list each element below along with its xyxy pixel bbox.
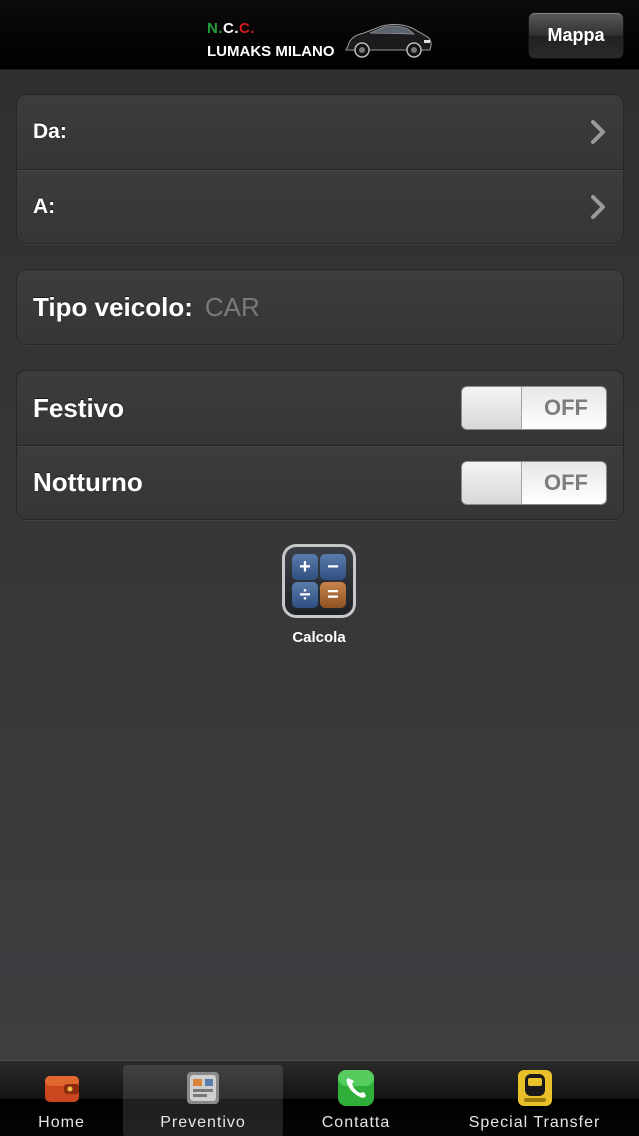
tab-home-label: Home — [38, 1114, 85, 1131]
calculator-icon: + − ÷ = — [285, 547, 353, 615]
chevron-right-icon — [591, 120, 605, 144]
calc-key-plus: + — [292, 554, 318, 580]
tab-contatta-label: Contatta — [321, 1114, 391, 1131]
notturno-label: Notturno — [33, 467, 143, 497]
toggle-state-text: OFF — [544, 395, 588, 420]
vehicle-type-label: Tipo veicolo: — [33, 291, 193, 322]
notturno-toggle[interactable]: OFF — [461, 460, 607, 505]
calculate-label[interactable]: Calcola — [259, 629, 379, 646]
to-cell[interactable]: A: — [17, 169, 623, 243]
toggle-knob[interactable] — [462, 387, 522, 429]
festivo-cell: Festivo OFF — [17, 371, 623, 445]
wallet-icon — [44, 1076, 79, 1102]
tab-contatta[interactable]: Contatta — [285, 1065, 427, 1136]
toggle-knob[interactable] — [462, 461, 522, 504]
from-cell[interactable]: Da: — [17, 95, 623, 169]
tab-preventivo[interactable]: Preventivo — [123, 1065, 283, 1136]
vehicle-type-cell[interactable]: Tipo veicolo: CAR — [17, 270, 623, 344]
calc-key-equals: = — [320, 582, 346, 608]
tab-special-transfer-label: Special Transfer — [468, 1114, 601, 1131]
brand-logo: N.C.C. LUMAKS MILANO — [207, 16, 437, 64]
phone-icon — [338, 1070, 374, 1106]
calculate-button[interactable]: + − ÷ = — [282, 544, 356, 618]
notturno-cell: Notturno OFF — [17, 445, 623, 519]
tab-home[interactable]: Home — [0, 1065, 123, 1136]
tab-bar: Home Preventivo Contatta Special Transfe… — [0, 1060, 639, 1136]
logo-ncc-text: N.C.C. — [207, 20, 255, 37]
quote-icon — [187, 1072, 219, 1104]
route-group: Da: A: — [16, 94, 624, 244]
vehicle-type-value[interactable]: CAR — [205, 292, 260, 323]
from-label: Da: — [33, 120, 67, 143]
navigation-bar: N.C.C. LUMAKS MILANO Mappa — [0, 0, 639, 70]
vehicle-group: Tipo veicolo: CAR — [16, 269, 624, 345]
festivo-label: Festivo — [33, 392, 125, 423]
map-button[interactable]: Mappa — [528, 12, 624, 59]
options-group: Festivo OFF Notturno OFF — [16, 370, 624, 520]
logo-name-text: LUMAKS MILANO — [207, 43, 335, 60]
festivo-toggle[interactable]: OFF — [461, 386, 607, 430]
tab-special-transfer[interactable]: Special Transfer — [430, 1065, 639, 1136]
calc-key-divide: ÷ — [292, 582, 318, 608]
toggle-state-text: OFF — [544, 469, 588, 495]
calc-key-minus: − — [320, 554, 346, 580]
chevron-right-icon — [591, 194, 605, 219]
tab-preventivo-label: Preventivo — [160, 1114, 246, 1131]
to-label: A: — [33, 194, 56, 218]
taxi-icon — [517, 1070, 552, 1106]
car-icon — [345, 23, 432, 58]
